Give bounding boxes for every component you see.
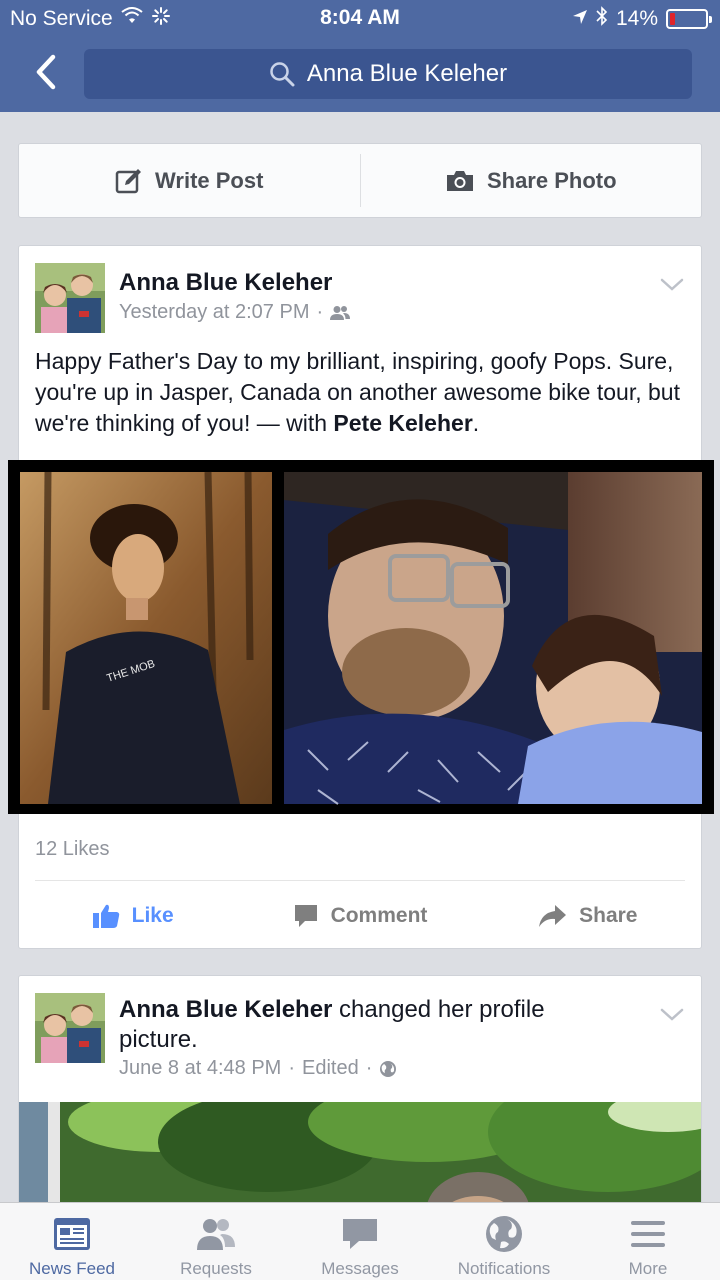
camera-icon: [446, 170, 473, 191]
post-actions: Like Comment Share: [19, 890, 701, 942]
tab-label: Messages: [321, 1259, 399, 1278]
chevron-left-icon: [36, 54, 56, 90]
like-button[interactable]: Like: [19, 890, 246, 942]
notifications-icon: [485, 1215, 523, 1253]
post-body-end: .: [472, 410, 480, 436]
feed-post: Anna Blue Keleher Yesterday at 2:07 PM ·…: [8, 245, 714, 949]
meta-separator: ·: [365, 1057, 373, 1079]
messages-icon: [341, 1215, 379, 1253]
composer-bar: Write Post Share Photo: [18, 143, 702, 218]
post-timestamp[interactable]: Yesterday at 2:07 PM: [119, 301, 310, 324]
comment-button[interactable]: Comment: [246, 890, 473, 942]
tab-notifications[interactable]: Notifications: [432, 1203, 576, 1280]
edited-label[interactable]: Edited: [302, 1057, 359, 1080]
write-post-button[interactable]: Write Post: [19, 144, 360, 217]
bluetooth-icon: [596, 6, 608, 32]
post-timestamp[interactable]: June 8 at 4:48 PM: [119, 1057, 281, 1080]
share-label: Share: [579, 904, 638, 927]
tab-label: News Feed: [29, 1259, 115, 1278]
thumbs-up-icon: [92, 904, 119, 928]
location-arrow-icon: [572, 7, 588, 31]
battery-icon: [666, 9, 712, 29]
more-icon: [629, 1215, 667, 1253]
requests-icon: [195, 1215, 237, 1253]
chevron-down-icon: [660, 1008, 684, 1021]
edit-icon: [115, 168, 142, 193]
share-arrow-icon: [539, 905, 567, 927]
like-label: Like: [131, 904, 174, 927]
chevron-down-icon: [660, 278, 684, 291]
battery-fill: [670, 13, 675, 25]
tab-news-feed[interactable]: News Feed: [0, 1203, 144, 1280]
tab-messages[interactable]: Messages: [288, 1203, 432, 1280]
share-photo-button[interactable]: Share Photo: [361, 144, 702, 217]
back-button[interactable]: [26, 50, 66, 94]
post-photo[interactable]: THE MOB: [8, 460, 714, 814]
author-name[interactable]: Anna Blue Keleher: [119, 269, 332, 296]
post-meta: Yesterday at 2:07 PM ·: [119, 301, 351, 324]
battery-percent: 14%: [615, 7, 658, 30]
post-author[interactable]: Anna Blue Keleher: [119, 269, 332, 297]
news-feed-icon: [53, 1215, 91, 1253]
status-right: 14%: [572, 6, 712, 32]
tab-label: More: [628, 1259, 668, 1278]
app-header: No Service 8:04 AM 14% Anna Blue Keleher: [0, 0, 720, 112]
comment-label: Comment: [330, 904, 428, 927]
search-box[interactable]: Anna Blue Keleher: [84, 49, 692, 99]
status-bar: No Service 8:04 AM 14%: [0, 0, 720, 38]
share-photo-label: Share Photo: [486, 167, 617, 193]
likes-count[interactable]: 12 Likes: [35, 838, 110, 861]
friends-icon: [330, 305, 351, 320]
post-author-line: Anna Blue Keleher changed her profile pi…: [119, 995, 589, 1055]
meta-separator: ·: [316, 301, 324, 323]
profile-picture-photo[interactable]: [19, 1102, 701, 1214]
globe-icon: [380, 1060, 397, 1077]
tab-label: Requests: [180, 1259, 252, 1278]
post-meta: June 8 at 4:48 PM · Edited ·: [119, 1057, 397, 1080]
search-icon: [270, 62, 295, 87]
tagged-friend-link[interactable]: Pete Keleher: [333, 410, 472, 436]
bottom-tab-bar: News Feed Requests Messages Notification…: [0, 1202, 720, 1280]
tab-more[interactable]: More: [576, 1203, 720, 1280]
post-options-chevron[interactable]: [659, 1004, 685, 1024]
tab-label: Notifications: [457, 1259, 551, 1278]
tab-requests[interactable]: Requests: [144, 1203, 288, 1280]
author-avatar[interactable]: [35, 993, 105, 1063]
write-post-label: Write Post: [155, 167, 264, 193]
meta-separator: ·: [288, 1057, 295, 1079]
author-avatar[interactable]: [35, 263, 105, 333]
comment-icon: [294, 905, 317, 927]
feed-post: Anna Blue Keleher changed her profile pi…: [18, 975, 702, 1215]
author-name[interactable]: Anna Blue Keleher: [119, 996, 332, 1023]
post-text: Happy Father's Day to my brilliant, insp…: [35, 346, 685, 439]
search-text: Anna Blue Keleher: [306, 60, 508, 87]
post-divider: [35, 880, 685, 881]
share-button[interactable]: Share: [474, 890, 701, 942]
post-options-chevron[interactable]: [659, 274, 685, 294]
